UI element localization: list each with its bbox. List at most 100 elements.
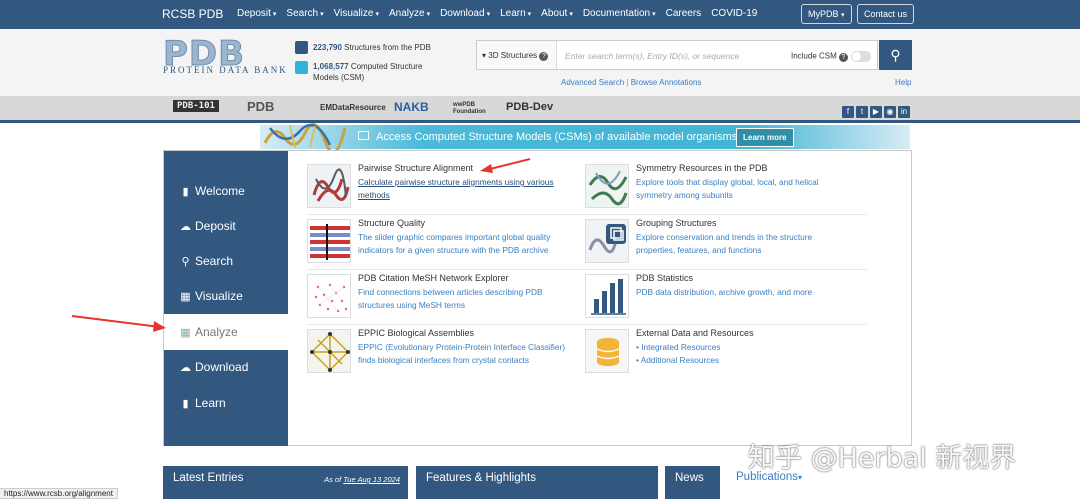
tool-description: EPPIC (Evolutionary Protein-Protein Inte… xyxy=(358,342,566,365)
search-links: Advanced Search | Browse Annotations xyxy=(561,78,702,87)
image-icon: ▦ xyxy=(180,290,191,303)
menu-download[interactable]: Download ▾ xyxy=(440,8,490,19)
tool-description: • Integrated Resources • Additional Resou… xyxy=(636,341,851,366)
menu-analyze[interactable]: Analyze ▾ xyxy=(389,8,430,19)
tool-title[interactable]: Structure Quality xyxy=(358,218,425,228)
pdb-logo[interactable]: PDB PROTEIN DATA BANK xyxy=(162,34,288,78)
tool-title[interactable]: Symmetry Resources in the PDB xyxy=(636,163,768,173)
sidebar: ▮ Welcome ☁ Deposit ⚲ Search ▦ Visualize ▦ An… xyxy=(164,151,288,446)
search-type-select[interactable]: ▾ 3D Structures ? xyxy=(477,41,557,69)
emdataresource-logo[interactable]: EMDataResource xyxy=(320,103,386,112)
tool-description: The slider graphic compares important gl… xyxy=(358,232,551,255)
cloud-download-icon: ☁ xyxy=(180,361,191,374)
menu-search[interactable]: Search ▾ xyxy=(286,8,323,19)
computer-icon xyxy=(295,61,308,74)
features-highlights-header[interactable]: Features & Highlights xyxy=(416,466,658,499)
menu-careers[interactable]: Careers xyxy=(666,8,702,19)
csm-banner[interactable]: Access Computed Structure Models (CSMs) … xyxy=(260,123,910,150)
sidebar-item-download[interactable]: ☁ Download xyxy=(164,349,288,385)
twitter-icon[interactable]: t xyxy=(856,106,868,118)
tool-description-link[interactable]: Calculate pairwise structure alignments … xyxy=(358,176,573,201)
flask-icon xyxy=(295,41,308,54)
tool-grouping-structures: Grouping Structures Explore conservation… xyxy=(585,216,855,268)
social-links: f t ▶ ◉ in xyxy=(842,106,910,118)
search-button[interactable]: ⚲ xyxy=(879,40,912,70)
pdb-structure-count[interactable]: 223,790 Structures from the PDB xyxy=(313,42,431,53)
sidebar-item-welcome[interactable]: ▮ Welcome xyxy=(164,173,288,209)
alignment-thumbnail[interactable] xyxy=(307,164,351,208)
symmetry-thumbnail[interactable] xyxy=(585,164,629,208)
tool-pdb-statistics: PDB Statistics PDB data distribution, ar… xyxy=(585,271,855,323)
tool-description: Find connections between articles descri… xyxy=(358,287,543,310)
bookmark-icon: ▮ xyxy=(182,185,189,198)
search-icon: ⚲ xyxy=(890,47,901,63)
sidebar-item-deposit[interactable]: ☁ Deposit xyxy=(164,208,288,244)
advanced-search-link[interactable]: Advanced Search xyxy=(561,78,624,87)
toggle-switch[interactable] xyxy=(851,51,871,62)
pdbe-logo[interactable]: PDB xyxy=(247,99,274,114)
tool-title[interactable]: Pairwise Structure Alignment xyxy=(358,163,473,173)
logo-subtitle: PROTEIN DATA BANK xyxy=(163,65,288,75)
date-link[interactable]: Tue Aug 13 2024 xyxy=(343,475,400,484)
contact-us-button[interactable]: Contact us xyxy=(857,4,915,24)
tool-external-resources: External Data and Resources • Integrated… xyxy=(585,326,855,378)
quality-slider-thumbnail[interactable] xyxy=(307,219,351,263)
grouping-thumbnail[interactable] xyxy=(585,219,629,263)
tool-title[interactable]: External Data and Resources xyxy=(636,328,754,338)
facebook-icon[interactable]: f xyxy=(842,106,854,118)
search-icon: ⚲ xyxy=(181,255,190,268)
include-csm-toggle[interactable]: Include CSM ? xyxy=(791,51,871,62)
additional-resources-link[interactable]: • Additional Resources xyxy=(636,355,719,365)
tool-description: Explore conservation and trends in the s… xyxy=(636,232,813,255)
watermark: 知乎 @Herbal 新视界 xyxy=(748,443,1017,474)
github-icon[interactable]: ◉ xyxy=(884,106,896,118)
tool-title[interactable]: Grouping Structures xyxy=(636,218,717,228)
divider xyxy=(307,324,867,325)
monitor-icon xyxy=(358,131,369,140)
menu-visualize[interactable]: Visualize ▾ xyxy=(334,8,379,19)
search-input[interactable]: Enter search term(s), Entry ID(s), or se… xyxy=(565,51,739,61)
tool-title[interactable]: EPPIC Biological Assemblies xyxy=(358,328,474,338)
learn-more-button[interactable]: Learn more xyxy=(736,128,794,147)
menu-about[interactable]: About ▾ xyxy=(541,8,573,19)
menu-documentation[interactable]: Documentation ▾ xyxy=(583,8,656,19)
analyze-panel: ▮ Welcome ☁ Deposit ⚲ Search ▦ Visualize ▦ An… xyxy=(163,150,912,446)
help-link[interactable]: Help xyxy=(895,78,911,87)
latest-entries-header[interactable]: Latest Entries As of Tue Aug 13 2024 xyxy=(163,466,408,499)
pdb-dev-logo[interactable]: PDB-Dev xyxy=(506,101,553,113)
main-menu: Deposit ▾ Search ▾ Visualize ▾ Analyze ▾ Dow… xyxy=(237,8,757,19)
linkedin-icon[interactable]: in xyxy=(898,106,910,118)
pdb101-logo[interactable]: PDB-101 xyxy=(173,100,219,112)
database-thumbnail[interactable] xyxy=(585,329,629,373)
menu-learn[interactable]: Learn ▾ xyxy=(500,8,531,19)
caret-down-icon: ▾ xyxy=(652,11,656,18)
wwpdb-foundation-logo[interactable]: wwPDB Foundation xyxy=(453,102,498,116)
menu-covid19[interactable]: COVID-19 xyxy=(711,8,757,19)
divider xyxy=(307,269,867,270)
network-thumbnail[interactable] xyxy=(307,274,351,318)
caret-down-icon: ▾ xyxy=(841,12,845,19)
sidebar-item-analyze[interactable]: ▦ Analyze xyxy=(164,314,288,350)
sidebar-item-learn[interactable]: ▮ Learn xyxy=(164,385,288,421)
caret-down-icon: ▾ xyxy=(527,11,532,18)
tool-eppic: EPPIC Biological Assemblies EPPIC (Evolu… xyxy=(307,326,577,378)
brand-link[interactable]: RCSB PDB xyxy=(162,7,223,21)
youtube-icon[interactable]: ▶ xyxy=(870,106,882,118)
menu-deposit[interactable]: Deposit ▾ xyxy=(237,8,276,19)
nakb-logo[interactable]: NAKB xyxy=(394,100,429,114)
sidebar-item-visualize[interactable]: ▦ Visualize xyxy=(164,278,288,314)
tool-title[interactable]: PDB Statistics xyxy=(636,273,693,283)
tab-news[interactable]: News xyxy=(665,466,720,499)
divider xyxy=(307,214,867,215)
book-icon: ▮ xyxy=(182,397,189,410)
sidebar-item-search[interactable]: ⚲ Search xyxy=(164,243,288,279)
mypdb-button[interactable]: MyPDB ▾ xyxy=(801,4,852,24)
browse-annotations-link[interactable]: Browse Annotations xyxy=(631,78,702,87)
integrated-resources-link[interactable]: • Integrated Resources xyxy=(636,342,721,352)
top-navbar: RCSB PDB Deposit ▾ Search ▾ Visualize ▾ Ana… xyxy=(0,0,1080,29)
statistics-thumbnail[interactable] xyxy=(585,274,629,318)
caret-down-icon: ▾ xyxy=(486,11,491,18)
csm-count[interactable]: 1,068,577 Computed Structure Models (CSM) xyxy=(313,61,433,83)
eppic-thumbnail[interactable] xyxy=(307,329,351,373)
tool-title[interactable]: PDB Citation MeSH Network Explorer xyxy=(358,273,509,283)
